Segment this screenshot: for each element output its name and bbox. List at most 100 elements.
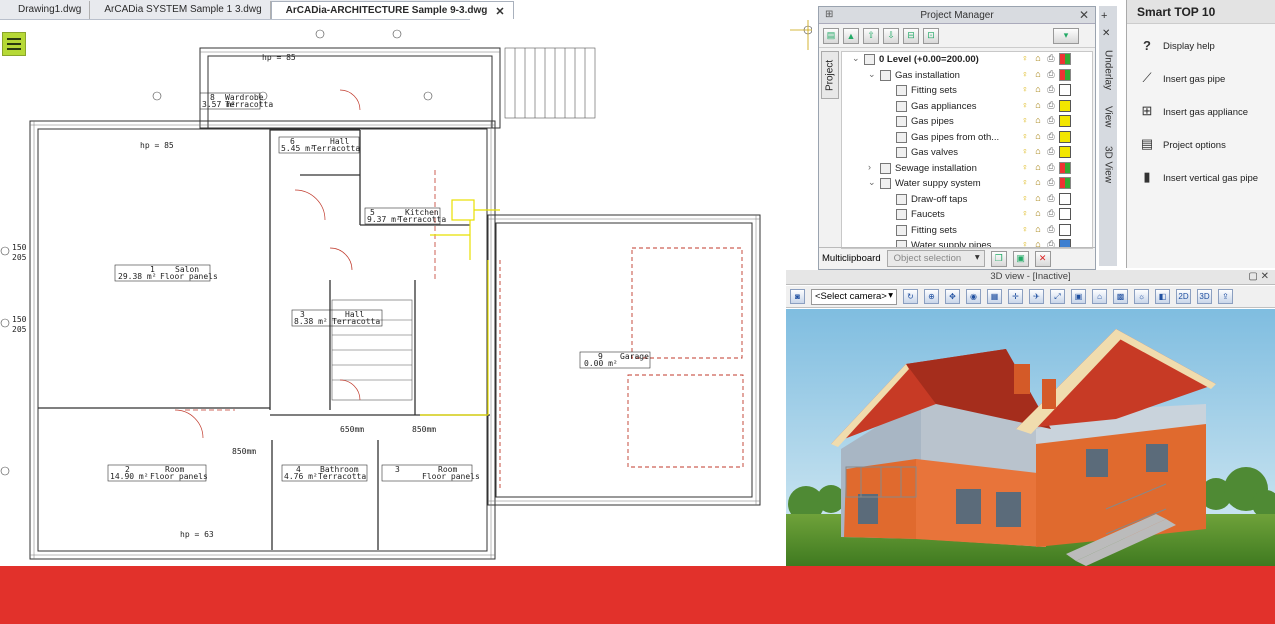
lock-icon[interactable]: ⌂ <box>1033 131 1043 142</box>
close-icon[interactable]: ✕ <box>1079 8 1089 22</box>
orbit-icon[interactable]: ↻ <box>903 289 918 304</box>
tab-architecture-sample[interactable]: ArCADia-ARCHITECTURE Sample 9-3.dwg ✕ <box>270 1 514 19</box>
color-swatch[interactable] <box>1059 208 1071 220</box>
lock-icon[interactable]: ⌂ <box>1033 53 1043 64</box>
tab-view[interactable]: View <box>1100 106 1116 128</box>
printer-icon[interactable]: ⎙ <box>1046 115 1056 126</box>
tree-item[interactable]: › Sewage installation ♀ ⌂ ⎙ <box>842 161 1092 177</box>
lock-icon[interactable]: ⌂ <box>1033 84 1043 95</box>
house-icon[interactable]: ⌂ <box>1092 289 1107 304</box>
move-up-icon[interactable]: ⇧ <box>863 27 879 44</box>
lock-icon[interactable]: ⌂ <box>1033 69 1043 80</box>
section-icon[interactable]: ▣ <box>1071 289 1086 304</box>
texture-icon[interactable]: ▩ <box>1113 289 1128 304</box>
smart-item-insert-gas-appliance[interactable]: ⊞ Insert gas appliance <box>1127 96 1275 129</box>
printer-icon[interactable]: ⎙ <box>1046 69 1056 80</box>
move-down-icon[interactable]: ⇩ <box>883 27 899 44</box>
lock-icon[interactable]: ⌂ <box>1033 208 1043 219</box>
printer-icon[interactable]: ⎙ <box>1046 131 1056 142</box>
color-swatch[interactable] <box>1059 115 1071 127</box>
tab-project[interactable]: Project <box>821 51 839 99</box>
visibility-bulb-icon[interactable]: ♀ <box>1020 146 1030 157</box>
tree-item[interactable]: ⌄ 0 Level (+0.00=200.00) ♀ ⌂ ⎙ <box>842 52 1092 68</box>
floor-plan-canvas[interactable]: 1 Salon 29.38 m² Floor panels 8 Wardrobe… <box>0 20 812 566</box>
color-swatch[interactable] <box>1059 53 1071 65</box>
visibility-bulb-icon[interactable]: ♀ <box>1020 131 1030 142</box>
pan-icon[interactable]: ✥ <box>945 289 960 304</box>
menu-icon[interactable] <box>2 32 26 56</box>
axis-icon[interactable]: ✛ <box>1008 289 1023 304</box>
chevron-down-icon[interactable]: ⌄ <box>852 53 860 64</box>
view-3d-icon[interactable]: 3D <box>1197 289 1212 304</box>
building-3d-render[interactable] <box>786 309 1275 566</box>
tab-underlay[interactable]: Underlay <box>1100 50 1116 90</box>
lock-icon[interactable]: ⌂ <box>1033 100 1043 111</box>
visibility-bulb-icon[interactable]: ♀ <box>1020 162 1030 173</box>
view-2d-icon[interactable]: 2D <box>1176 289 1191 304</box>
printer-icon[interactable]: ⎙ <box>1046 208 1056 219</box>
tab-drawing1[interactable]: Drawing1.dwg <box>4 1 91 19</box>
smart-item-project-options[interactable]: ▤ Project options <box>1127 129 1275 162</box>
close-icon[interactable]: ✕ <box>1102 28 1110 39</box>
smart-item-insert-gas-pipe[interactable]: ⟋ Insert gas pipe <box>1127 63 1275 96</box>
printer-icon[interactable]: ⎙ <box>1046 146 1056 157</box>
window-controls-icon[interactable]: ▢ ✕ <box>1248 270 1269 284</box>
color-swatch[interactable] <box>1059 84 1071 96</box>
visibility-bulb-icon[interactable]: ♀ <box>1020 115 1030 126</box>
visibility-bulb-icon[interactable]: ♀ <box>1020 224 1030 235</box>
lock-icon[interactable]: ⌂ <box>1033 115 1043 126</box>
tree-item[interactable]: Fitting sets ♀ ⌂ ⎙ <box>842 223 1092 239</box>
visibility-bulb-icon[interactable]: ♀ <box>1020 84 1030 95</box>
visibility-bulb-icon[interactable]: ♀ <box>1020 193 1030 204</box>
chevron-down-icon[interactable]: ⌄ <box>868 177 876 188</box>
filter-dropdown-icon[interactable]: ▾ <box>1053 27 1079 44</box>
paste-icon[interactable]: ▣ <box>1012 250 1029 267</box>
color-swatch[interactable] <box>1059 192 1071 205</box>
pin-icon[interactable]: ⊞ <box>825 9 833 20</box>
visibility-bulb-icon[interactable]: ♀ <box>1020 177 1030 188</box>
tree-item[interactable]: Gas valves ♀ ⌂ ⎙ <box>842 145 1092 161</box>
zoom-icon[interactable]: ⊕ <box>924 289 939 304</box>
visibility-bulb-icon[interactable]: ♀ <box>1020 100 1030 111</box>
printer-icon[interactable]: ⎙ <box>1046 100 1056 111</box>
printer-icon[interactable]: ⎙ <box>1046 84 1056 95</box>
tab-system-sample[interactable]: ArCADia SYSTEM Sample 1 3.dwg <box>90 1 271 19</box>
visibility-bulb-icon[interactable]: ♀ <box>1020 69 1030 80</box>
lock-icon[interactable]: ⌂ <box>1033 146 1043 157</box>
tree-item[interactable]: Gas appliances ♀ ⌂ ⎙ <box>842 99 1092 115</box>
close-icon[interactable]: ✕ <box>495 5 504 19</box>
tree-item[interactable]: Draw-off taps ♀ ⌂ ⎙ <box>842 192 1092 208</box>
fly-icon[interactable]: ✈ <box>1029 289 1044 304</box>
delete-icon[interactable]: ✕ <box>1034 250 1051 267</box>
add-level-icon[interactable]: ▲ <box>843 27 859 44</box>
tree-item[interactable]: Faucets ♀ ⌂ ⎙ <box>842 207 1092 223</box>
color-swatch[interactable] <box>1059 177 1071 189</box>
color-swatch[interactable] <box>1059 146 1071 158</box>
project-properties-icon[interactable]: ▤ <box>823 27 839 44</box>
lock-icon[interactable]: ⌂ <box>1033 193 1043 204</box>
lock-icon[interactable]: ⌂ <box>1033 224 1043 235</box>
smart-item-insert-vertical-gas-pipe[interactable]: ▮ Insert vertical gas pipe <box>1127 162 1275 195</box>
color-swatch[interactable] <box>1059 161 1071 174</box>
add-icon[interactable]: + <box>1101 10 1107 22</box>
printer-icon[interactable]: ⎙ <box>1046 177 1056 188</box>
material-icon[interactable]: ◧ <box>1155 289 1170 304</box>
tree-item[interactable]: ⌄ Gas installation ♀ ⌂ ⎙ <box>842 68 1092 84</box>
printer-icon[interactable]: ⎙ <box>1046 193 1056 204</box>
color-swatch[interactable] <box>1059 223 1071 236</box>
chevron-down-icon[interactable]: ⌄ <box>868 69 876 80</box>
tree-item[interactable]: Fitting sets ♀ ⌂ ⎙ <box>842 83 1092 99</box>
group-icon[interactable]: ⊟ <box>903 27 919 44</box>
color-swatch[interactable] <box>1059 130 1071 143</box>
tree-item[interactable]: Gas pipes from oth... ♀ ⌂ ⎙ <box>842 130 1092 146</box>
printer-icon[interactable]: ⎙ <box>1046 224 1056 235</box>
visibility-bulb-icon[interactable]: ♀ <box>1020 208 1030 219</box>
project-tree[interactable]: ⌄ 0 Level (+0.00=200.00) ♀ ⌂ ⎙ ⌄ Gas installat… <box>841 51 1093 249</box>
printer-icon[interactable]: ⎙ <box>1046 162 1056 173</box>
color-swatch[interactable] <box>1059 68 1071 81</box>
lock-icon[interactable]: ⌂ <box>1033 162 1043 173</box>
visibility-bulb-icon[interactable]: ♀ <box>1020 53 1030 64</box>
color-swatch[interactable] <box>1059 99 1071 112</box>
lock-icon[interactable]: ⌂ <box>1033 177 1043 188</box>
tree-item[interactable]: Gas pipes ♀ ⌂ ⎙ <box>842 114 1092 130</box>
